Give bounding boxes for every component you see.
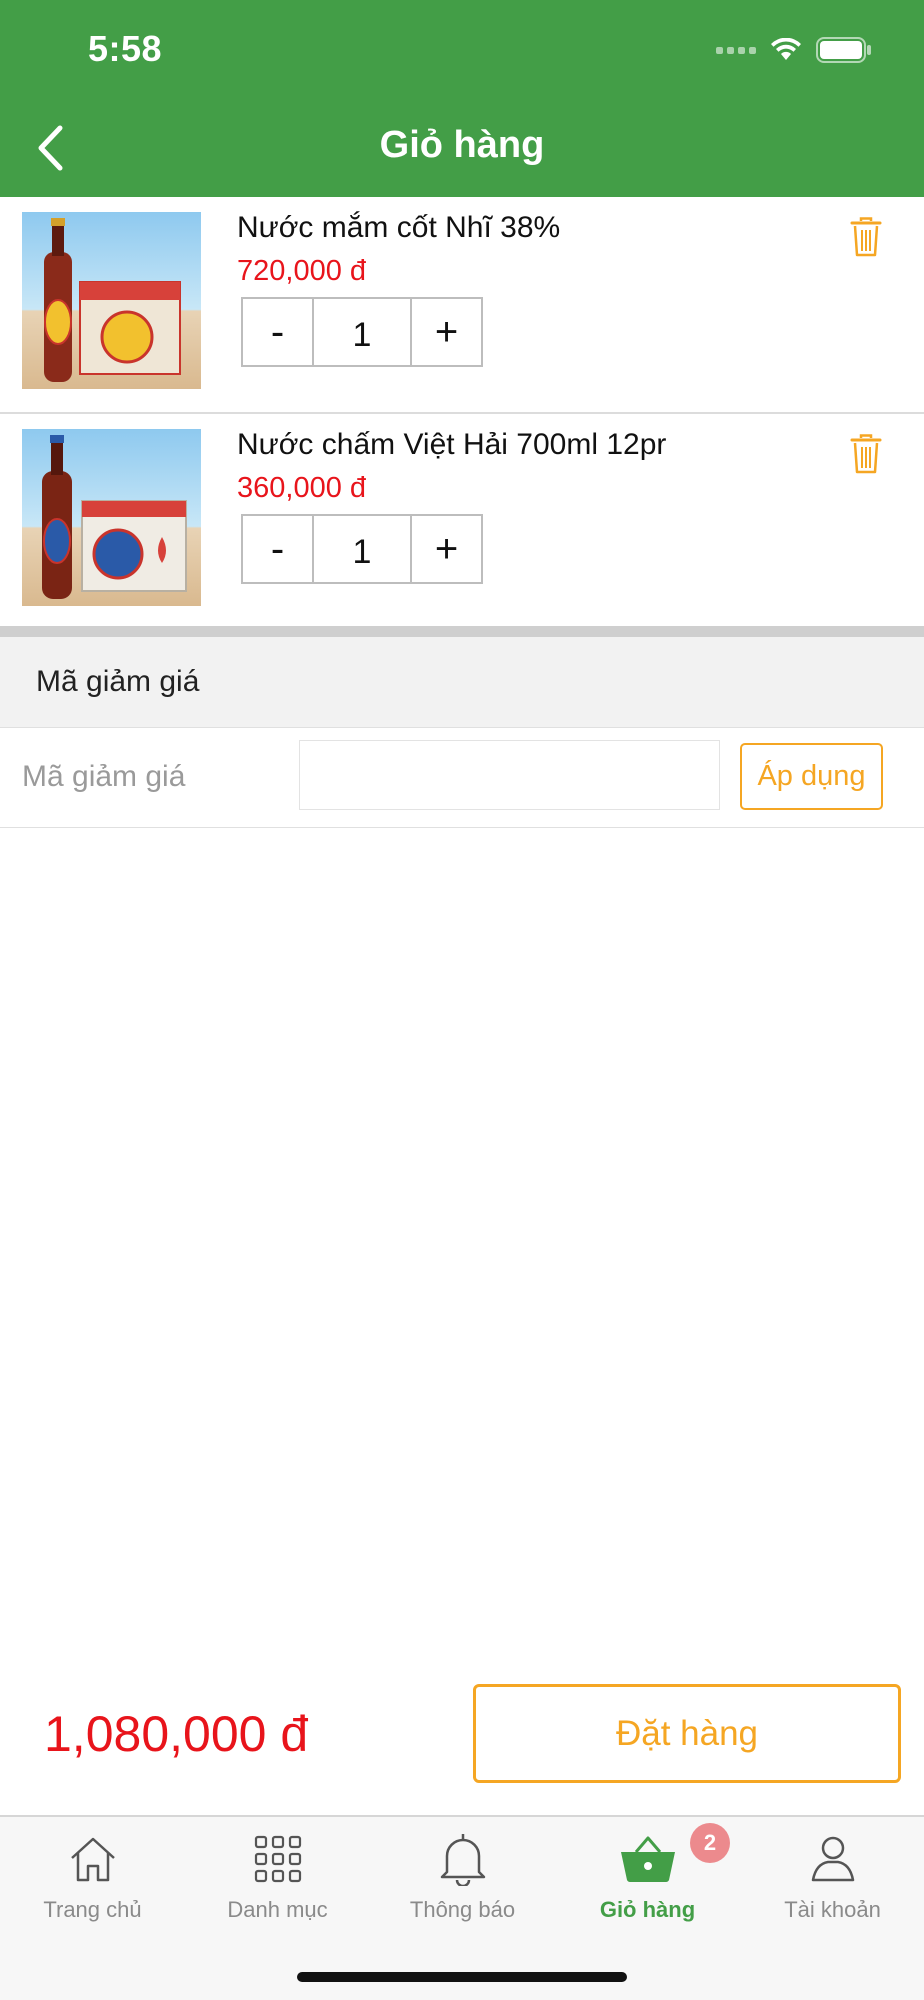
quantity-stepper: - 1 +	[241, 514, 483, 584]
trash-icon	[850, 217, 882, 257]
tab-label: Giỏ hàng	[599, 1897, 696, 1922]
bell-icon	[433, 1829, 493, 1889]
remove-item-button[interactable]	[850, 434, 882, 479]
discount-code-input[interactable]	[299, 740, 720, 810]
increase-quantity-button[interactable]: +	[412, 516, 481, 582]
cellular-signal-icon	[716, 46, 756, 54]
product-price: 720,000 đ	[237, 255, 367, 287]
user-icon	[803, 1829, 863, 1889]
product-name[interactable]: Nước mắm cốt Nhĩ 38%	[237, 211, 560, 245]
grid-icon	[248, 1829, 308, 1889]
quantity-stepper: - 1 +	[241, 297, 483, 367]
discount-row: Mã giảm giá Áp dụng	[0, 728, 924, 828]
quantity-value: 1	[312, 516, 412, 582]
cart-total: 1,080,000 đ	[44, 1706, 309, 1762]
status-time: 5:58	[88, 28, 163, 69]
remove-item-button[interactable]	[850, 217, 882, 262]
section-divider	[0, 626, 924, 637]
tab-label: Thông báo	[409, 1897, 516, 1922]
cart-item: Nước mắm cốt Nhĩ 38% 720,000 đ - 1 +	[0, 197, 924, 414]
tab-home[interactable]: Trang chủ	[0, 1817, 185, 1937]
tab-notifications[interactable]: Thông báo	[370, 1817, 555, 1937]
home-icon	[63, 1829, 123, 1889]
cart-count-badge: 2	[690, 1823, 730, 1863]
product-image[interactable]	[22, 429, 201, 606]
tab-account[interactable]: Tài khoản	[740, 1817, 924, 1937]
discount-section-header: Mã giảm giá	[0, 637, 924, 728]
tab-label: Trang chủ	[43, 1897, 142, 1922]
decrease-quantity-button[interactable]: -	[243, 299, 312, 365]
discount-section-title: Mã giảm giá	[36, 665, 200, 698]
increase-quantity-button[interactable]: +	[412, 299, 481, 365]
battery-icon	[816, 37, 871, 63]
product-image[interactable]	[22, 212, 201, 389]
product-price: 360,000 đ	[237, 472, 367, 504]
wifi-icon	[771, 38, 801, 60]
tab-label: Tài khoản	[784, 1897, 881, 1922]
quantity-value: 1	[312, 299, 412, 365]
tab-categories[interactable]: Danh mục	[185, 1817, 370, 1937]
place-order-button[interactable]: Đặt hàng	[473, 1684, 901, 1783]
home-indicator	[297, 1972, 627, 1982]
app-header: 5:58 Giỏ hàng	[0, 0, 924, 197]
discount-label: Mã giảm giá	[22, 760, 186, 793]
status-indicators	[716, 34, 872, 66]
page-title: Giỏ hàng	[379, 124, 545, 166]
trash-icon	[850, 434, 882, 474]
basket-icon	[618, 1829, 678, 1889]
product-name[interactable]: Nước chấm Việt Hải 700ml 12pr	[237, 428, 666, 462]
decrease-quantity-button[interactable]: -	[243, 516, 312, 582]
tab-label: Danh mục	[227, 1897, 328, 1922]
apply-discount-button[interactable]: Áp dụng	[740, 743, 883, 810]
cart-item: Nước chấm Việt Hải 700ml 12pr 360,000 đ …	[0, 414, 924, 631]
